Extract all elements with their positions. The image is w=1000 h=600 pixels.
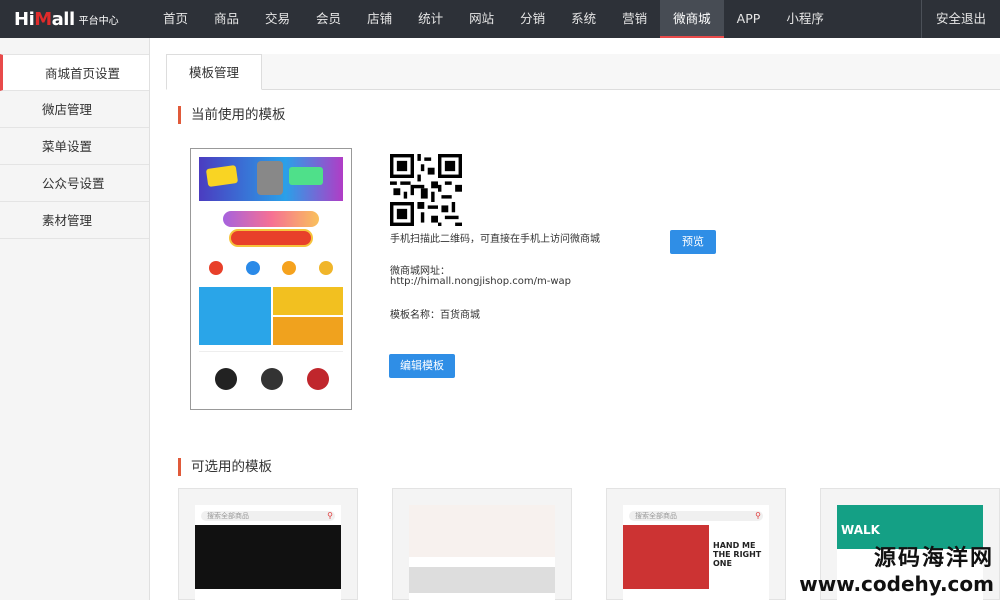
nav-item-distribution[interactable]: 分销 [507, 0, 558, 38]
logout-link[interactable]: 安全退出 [920, 0, 1000, 38]
nav-item-products[interactable]: 商品 [201, 0, 252, 38]
sidebar-item-menu-settings[interactable]: 菜单设置 [0, 128, 149, 165]
thumb-category-icons [209, 261, 333, 285]
watermark: 源码海洋网 www.codehy.com [799, 546, 994, 596]
nav-item-app[interactable]: APP [724, 0, 774, 38]
tab-template-management[interactable]: 模板管理 [166, 54, 263, 90]
logo-subtitle: 平台中心 [78, 15, 119, 27]
template-card[interactable]: 搜索全部商品 ⚲ HAND ME THE RIGHT ONE [606, 488, 786, 600]
mall-url-value: http://himall.nongjishop.com/m-wap [390, 276, 571, 287]
main-content: 模板管理 当前使用的模板 手机扫描此二维码，可直接在手机上访问微商城 预览 微商… [150, 38, 1000, 600]
current-template-preview [190, 148, 352, 410]
template-card[interactable] [392, 488, 572, 600]
thumb-walk-text: WALK [841, 523, 880, 537]
logo[interactable]: HiMall 平台中心 [0, 0, 150, 38]
qr-code-icon [390, 154, 462, 226]
search-icon: ⚲ [755, 511, 761, 520]
nav-item-system[interactable]: 系统 [558, 0, 609, 38]
nav-item-wechat-mall[interactable]: 微商城 [660, 0, 724, 38]
nav-item-trade[interactable]: 交易 [252, 0, 303, 38]
thumb-slogan: HAND ME THE RIGHT ONE [713, 541, 762, 568]
thumb-banner [199, 157, 343, 201]
sidebar: 商城首页设置 微店管理 菜单设置 公众号设置 素材管理 [0, 38, 150, 600]
preview-button[interactable]: 预览 [670, 230, 716, 254]
mall-url-label: 微商城网址： [390, 266, 450, 277]
sidebar-item-micro-shop[interactable]: 微店管理 [0, 91, 149, 128]
nav-item-members[interactable]: 会员 [303, 0, 354, 38]
nav-items: 首页 商品 交易 会员 店铺 统计 网站 分销 系统 营销 微商城 APP 小程… [150, 0, 837, 38]
qr-hint-text: 手机扫描此二维码，可直接在手机上访问微商城 [390, 234, 600, 245]
thumb-promo-grid [199, 287, 343, 345]
template-thumbnail [199, 157, 343, 401]
template-card-thumbnail: 搜索全部商品 ⚲ [195, 505, 341, 600]
thumb-ribbon [213, 211, 329, 253]
thumb-brand-row [199, 351, 343, 401]
template-name: 模板名称：百货商城 [390, 310, 480, 321]
top-nav: HiMall 平台中心 首页 商品 交易 会员 店铺 统计 网站 分销 系统 营… [0, 0, 1000, 38]
nav-item-marketing[interactable]: 营销 [609, 0, 660, 38]
current-template-heading: 当前使用的模板 [178, 106, 286, 124]
available-templates-heading: 可选用的模板 [178, 458, 272, 476]
nav-item-stats[interactable]: 统计 [405, 0, 456, 38]
nav-item-shops[interactable]: 店铺 [354, 0, 405, 38]
sidebar-item-materials[interactable]: 素材管理 [0, 202, 149, 239]
nav-item-mini-program[interactable]: 小程序 [773, 0, 837, 38]
edit-template-button[interactable]: 编辑模板 [389, 354, 455, 378]
logo-brand: HiMall [14, 8, 75, 30]
thumb-search-bar: 搜索全部商品 [629, 511, 763, 521]
thumb-search-bar: 搜索全部商品 [201, 511, 335, 521]
template-card[interactable]: 搜索全部商品 ⚲ [178, 488, 358, 600]
sidebar-item-home-settings[interactable]: 商城首页设置 [0, 54, 149, 91]
nav-item-website[interactable]: 网站 [456, 0, 507, 38]
sidebar-item-official-account[interactable]: 公众号设置 [0, 165, 149, 202]
tab-bar: 模板管理 [166, 54, 1000, 90]
search-icon: ⚲ [327, 511, 333, 520]
template-card-thumbnail [409, 505, 555, 600]
nav-item-home[interactable]: 首页 [150, 0, 201, 38]
template-card-thumbnail: 搜索全部商品 ⚲ HAND ME THE RIGHT ONE [623, 505, 769, 600]
